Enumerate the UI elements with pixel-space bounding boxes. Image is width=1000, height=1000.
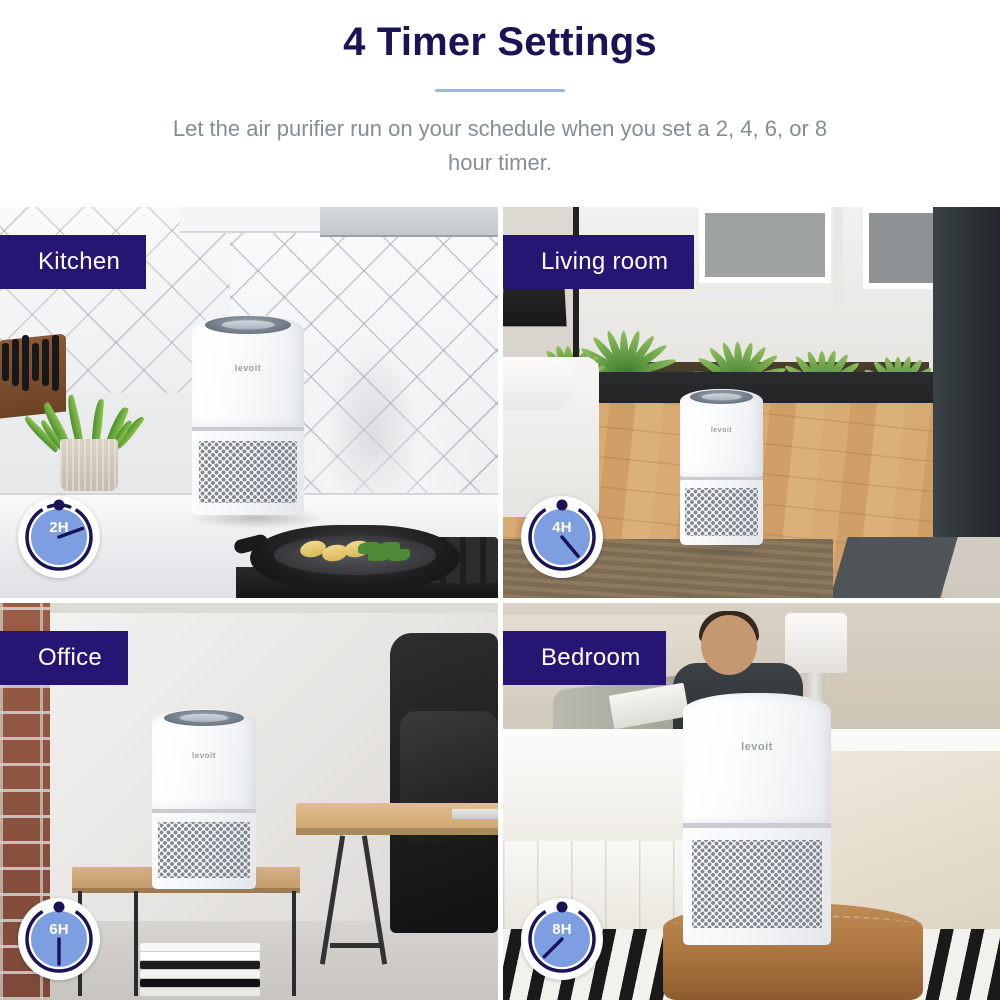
room-label-text: Bedroom xyxy=(541,644,641,671)
room-panel-grid: levoit Kitchen 2H levoit Living room 4H … xyxy=(0,207,1000,1000)
air-purifier-kitchen: levoit xyxy=(192,315,304,515)
page-subtitle: Let the air purifier run on your schedul… xyxy=(172,116,828,175)
header: 4 Timer Settings Let the air purifier ru… xyxy=(0,0,1000,207)
room-label-kitchen: Kitchen xyxy=(0,235,147,289)
timer-icon-4h xyxy=(522,497,602,577)
air-purifier-living-room: levoit xyxy=(680,389,763,545)
page-title: 4 Timer Settings xyxy=(343,20,657,64)
panel-kitchen: levoit Kitchen 2H xyxy=(0,207,498,598)
infographic-page: 4 Timer Settings Let the air purifier ru… xyxy=(0,0,1000,1000)
panel-bedroom: levoit Bedroom 8H xyxy=(503,603,1000,1000)
room-label-office: Office xyxy=(0,631,129,685)
air-purifier-bedroom: levoit xyxy=(683,693,831,945)
room-label-bedroom: Bedroom xyxy=(503,631,667,685)
product-logo: levoit xyxy=(234,363,262,373)
timer-icon-8h xyxy=(522,899,602,979)
room-label-living-room: Living room xyxy=(503,235,695,289)
timer-icon-2h xyxy=(19,497,99,577)
room-label-text: Kitchen xyxy=(38,248,121,275)
room-label-text: Living room xyxy=(541,248,669,275)
room-label-text: Office xyxy=(38,644,103,671)
product-logo: levoit xyxy=(710,427,733,434)
product-logo: levoit xyxy=(741,741,773,753)
timer-badge-8h[interactable]: 8H xyxy=(521,898,603,980)
timer-badge-2h[interactable]: 2H xyxy=(18,496,100,578)
panel-office: levoit Office 6H xyxy=(0,603,498,1000)
panel-living-room: levoit Living room 4H xyxy=(503,207,1000,598)
timer-badge-4h[interactable]: 4H xyxy=(521,496,603,578)
timer-icon-6h xyxy=(19,899,99,979)
air-purifier-office: levoit xyxy=(152,709,256,889)
timer-badge-6h[interactable]: 6H xyxy=(18,898,100,980)
product-logo: levoit xyxy=(192,751,216,760)
title-divider xyxy=(435,89,565,92)
